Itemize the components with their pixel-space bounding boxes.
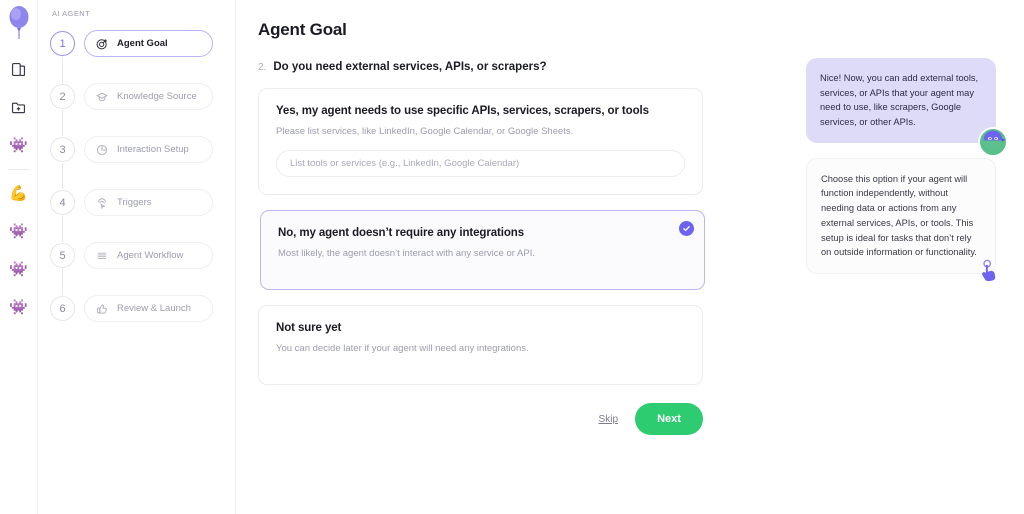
option-subtitle: Please list services, like LinkedIn, Goo…	[276, 126, 574, 137]
pointer-hand-icon	[979, 259, 1001, 283]
step-connector	[62, 216, 63, 242]
alien-icon-1[interactable]: 👾	[7, 133, 31, 157]
muscle-arm-icon[interactable]: 💪	[7, 181, 31, 205]
next-button[interactable]: Next	[635, 403, 703, 435]
option-title: Yes, my agent needs to use specific APIs…	[276, 105, 649, 117]
sidebar-step-triggers[interactable]: 4 Triggers	[50, 189, 235, 242]
option-subtitle: You can decide later if your agent will …	[276, 343, 529, 354]
clock-pie-icon	[95, 143, 109, 157]
stepper-title: AI AGENT	[52, 9, 91, 18]
graduation-cap-icon	[95, 90, 109, 104]
alien-glyph: 👾	[9, 222, 28, 240]
option-card-no[interactable]: No, my agent doesn’t require any integra…	[260, 210, 705, 290]
assistant-chat-panel: Nice! Now, you can add external tools, s…	[794, 0, 1024, 514]
step-pill[interactable]: Interaction Setup	[84, 136, 213, 163]
step-label: Review & Launch	[117, 303, 191, 314]
alien-icon-4[interactable]: 👾	[7, 295, 31, 319]
step-pill[interactable]: Agent Goal	[84, 30, 213, 57]
thumbs-up-icon	[95, 302, 109, 316]
step-connector	[62, 57, 63, 83]
wizard-footer: Skip Next	[258, 403, 703, 435]
option-title: Not sure yet	[276, 322, 342, 334]
option-card-yes[interactable]: Yes, my agent needs to use specific APIs…	[258, 88, 703, 195]
sidebar-step-agent-workflow[interactable]: 5 Agent Workflow	[50, 242, 235, 295]
muscle-glyph: 💪	[9, 184, 28, 202]
step-number: 1	[50, 31, 75, 56]
question-header: 2. Do you need external services, APIs, …	[258, 61, 794, 73]
sidebar-step-interaction-setup[interactable]: 3 Interaction Setup	[50, 136, 235, 189]
step-pill[interactable]: Agent Workflow	[84, 242, 213, 269]
info-message-bubble: Choose this option if your agent will fu…	[806, 157, 996, 282]
question-text: Do you need external services, APIs, or …	[273, 61, 547, 73]
step-number: 2	[50, 84, 75, 109]
alien-icon-2[interactable]: 👾	[7, 219, 31, 243]
option-title: No, my agent doesn’t require any integra…	[278, 227, 524, 239]
step-connector	[62, 110, 63, 136]
selected-check-icon	[679, 221, 694, 236]
alien-glyph: 👾	[9, 136, 28, 154]
step-label: Agent Workflow	[117, 250, 184, 261]
option-card-not-sure[interactable]: Not sure yet You can decide later if you…	[258, 305, 703, 385]
step-label: Interaction Setup	[117, 144, 189, 155]
skip-button[interactable]: Skip	[599, 414, 618, 425]
target-icon	[95, 37, 109, 51]
sidebar-step-agent-goal[interactable]: 1 Agent Goal	[50, 30, 235, 83]
assistant-message-bubble: Nice! Now, you can add external tools, s…	[806, 58, 1008, 157]
step-label: Triggers	[117, 197, 152, 208]
click-trigger-icon	[95, 196, 109, 210]
question-number: 2.	[258, 62, 267, 73]
step-label: Agent Goal	[117, 38, 168, 49]
step-connector	[62, 269, 63, 295]
step-pill[interactable]: Knowledge Source	[84, 83, 213, 110]
tools-services-input[interactable]	[276, 150, 685, 177]
sidebar-step-review-launch[interactable]: 6 Review & Launch	[50, 295, 235, 322]
wizard-stepper: AI AGENT 1 Agent Goal 2 Knowledge Source…	[38, 0, 236, 514]
main-content: Agent Goal 2. Do you need external servi…	[236, 0, 794, 514]
stack-list-icon	[95, 249, 109, 263]
step-number: 4	[50, 190, 75, 215]
alien-glyph: 👾	[9, 260, 28, 278]
step-pill[interactable]: Review & Launch	[84, 295, 213, 322]
ninja-avatar	[978, 126, 1008, 157]
alien-icon-3[interactable]: 👾	[7, 257, 31, 281]
step-number: 5	[50, 243, 75, 268]
rail-divider	[7, 169, 30, 170]
step-pill[interactable]: Triggers	[84, 189, 213, 216]
sidebar-step-knowledge-source[interactable]: 2 Knowledge Source	[50, 83, 235, 136]
step-list: 1 Agent Goal 2 Knowledge Source 3 Intera…	[50, 30, 235, 322]
step-number: 3	[50, 137, 75, 162]
option-card-list: Yes, my agent needs to use specific APIs…	[258, 88, 705, 385]
step-connector	[62, 163, 63, 189]
alien-glyph: 👾	[9, 298, 28, 316]
option-subtitle: Most likely, the agent doesn’t interact …	[278, 248, 535, 259]
app-root: 👾 💪 👾 👾 👾 AI AGENT 1 Agent Goal 2 Knowle…	[0, 0, 1024, 514]
left-icon-rail: 👾 💪 👾 👾 👾	[0, 0, 38, 514]
balloon-logo[interactable]	[6, 6, 32, 40]
book-page-icon[interactable]	[7, 57, 31, 81]
assistant-message-text: Nice! Now, you can add external tools, s…	[820, 73, 979, 128]
step-number: 6	[50, 296, 75, 321]
info-message-text: Choose this option if your agent will fu…	[821, 173, 977, 258]
folder-add-icon[interactable]	[7, 95, 31, 119]
step-label: Knowledge Source	[117, 91, 197, 102]
page-title: Agent Goal	[258, 20, 347, 39]
